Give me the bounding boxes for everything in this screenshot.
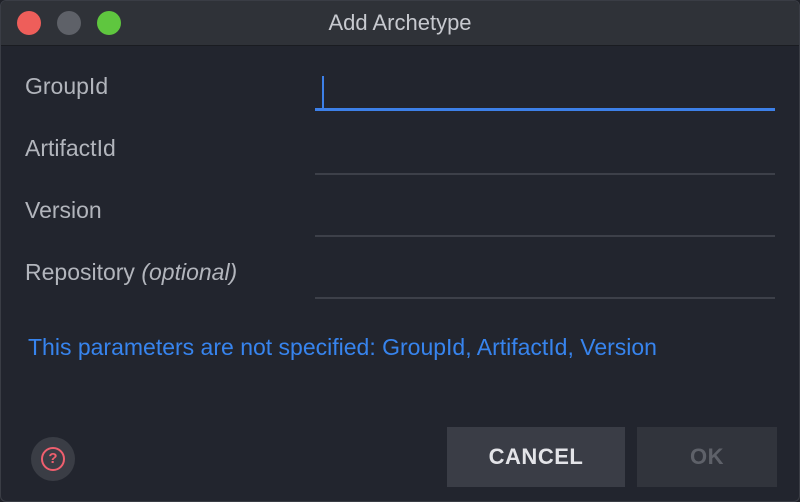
text-caret bbox=[322, 76, 324, 108]
ok-button[interactable]: OK bbox=[637, 427, 777, 487]
artifactid-field[interactable] bbox=[315, 139, 775, 175]
help-button[interactable]: ? bbox=[31, 437, 75, 481]
dialog-title: Add Archetype bbox=[328, 10, 472, 35]
repository-label: Repository bbox=[25, 259, 135, 285]
artifactid-input[interactable] bbox=[315, 139, 775, 173]
repository-field[interactable] bbox=[315, 263, 775, 299]
version-field[interactable] bbox=[315, 201, 775, 237]
groupid-label: GroupId bbox=[25, 73, 109, 99]
title-bar: Add Archetype bbox=[1, 1, 799, 46]
add-archetype-dialog: Add Archetype GroupId ArtifactId Version… bbox=[0, 0, 800, 502]
version-label: Version bbox=[25, 197, 102, 223]
repository-input[interactable] bbox=[315, 263, 775, 297]
cancel-button[interactable]: CANCEL bbox=[447, 427, 625, 487]
groupid-field[interactable] bbox=[315, 74, 775, 111]
version-input[interactable] bbox=[315, 201, 775, 235]
artifactid-label: ArtifactId bbox=[25, 135, 116, 161]
optional-hint: (optional) bbox=[141, 259, 238, 285]
repository-label-row: Repository (optional) bbox=[25, 259, 237, 286]
groupid-input[interactable] bbox=[315, 74, 775, 108]
validation-error-message: This parameters are not specified: Group… bbox=[28, 334, 657, 360]
help-icon: ? bbox=[41, 447, 65, 471]
